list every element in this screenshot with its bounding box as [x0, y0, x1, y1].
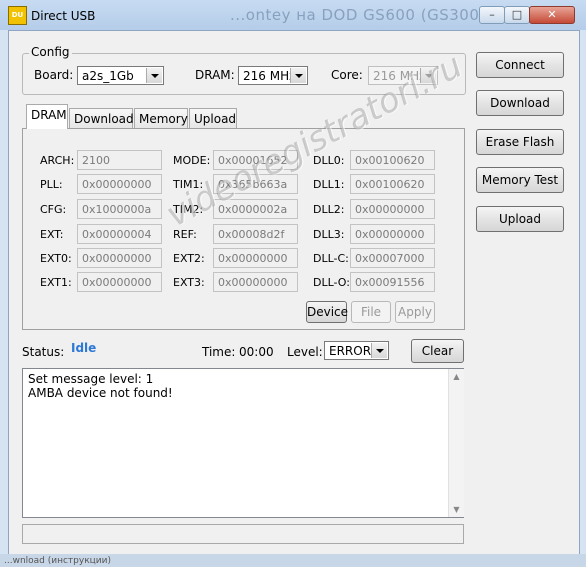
clear-button[interactable]: Clear [411, 339, 464, 363]
reg-label: DLL0: [313, 154, 345, 167]
scroll-up-icon[interactable]: ▲ [449, 369, 464, 384]
reg-label: TIM2: [173, 203, 204, 216]
log-line: AMBA device not found! [28, 386, 173, 400]
level-select[interactable]: ERROR [324, 341, 389, 360]
maximize-button[interactable]: □ [504, 6, 530, 24]
board-value: a2s_1Gb [82, 69, 134, 83]
board-label: Board: [34, 68, 74, 82]
tab-upload[interactable]: Upload [189, 108, 237, 128]
chevron-down-icon[interactable] [371, 343, 387, 358]
status-label: Status: [22, 345, 65, 359]
clear-button-label: Clear [421, 344, 454, 358]
device-button-label: Device [307, 305, 349, 319]
reg-field: 0x00100620 [350, 174, 435, 194]
tab-memory[interactable]: Memory [134, 108, 188, 128]
tab-download-label: Download [74, 112, 134, 126]
core-value: 216 MHz [373, 69, 426, 83]
erase-flash-button-label: Erase Flash [485, 135, 555, 149]
reg-field: 0x00100620 [350, 150, 435, 170]
reg-field: 0x00000000 [77, 174, 162, 194]
reg-field: 0x00000000 [350, 224, 435, 244]
log-line: Set message level: 1 [28, 372, 154, 386]
background-window-text: ...wnload (инструкции) [4, 556, 111, 566]
config-legend: Config [29, 45, 72, 59]
reg-label: MODE: [173, 154, 211, 167]
core-select: 216 MHz [368, 66, 438, 85]
reg-label: EXT: [40, 228, 64, 241]
reg-field: 0x365b663a [213, 174, 298, 194]
core-label: Core: [331, 68, 363, 82]
app-icon: DU [8, 6, 27, 25]
tab-dram[interactable]: DRAM [26, 104, 68, 129]
connect-button-label: Connect [495, 58, 545, 72]
reg-field: 2100 [77, 150, 162, 170]
download-button-label: Download [490, 96, 550, 110]
memory-test-button-label: Memory Test [481, 173, 559, 187]
device-button[interactable]: Device [306, 301, 349, 323]
board-select[interactable]: a2s_1Gb [77, 66, 164, 85]
reg-label: DLL1: [313, 178, 345, 191]
reg-label: DLL-O: [313, 276, 350, 289]
message-log[interactable]: Set message level: 1 AMBA device not fou… [22, 368, 464, 518]
apply-button-label: Apply [398, 305, 432, 319]
reg-field: 0x00000000 [77, 272, 162, 292]
level-label: Level: [287, 345, 323, 359]
reg-label: TIM1: [173, 178, 204, 191]
minimize-button[interactable]: – [479, 6, 505, 24]
reg-field: 0x0000002a [213, 199, 298, 219]
apply-button: Apply [395, 301, 435, 323]
status-idle-indicator: Idle [71, 341, 97, 355]
reg-label: CFG: [40, 203, 67, 216]
level-value: ERROR [329, 344, 372, 358]
upload-button[interactable]: Upload [476, 206, 564, 232]
reg-field: 0x00091556 [350, 272, 435, 292]
connect-button[interactable]: Connect [476, 52, 564, 78]
reg-field: 0x1000000a [77, 199, 162, 219]
reg-field: 0x00007000 [350, 248, 435, 268]
tab-memory-label: Memory [139, 112, 188, 126]
file-button-label: File [360, 305, 382, 319]
reg-label: REF: [173, 228, 197, 241]
reg-label: DLL-C: [313, 252, 349, 265]
reg-field: 0x00001652 [213, 150, 298, 170]
close-button[interactable]: ✕ [529, 6, 575, 24]
window-title: Direct USB [31, 9, 96, 23]
reg-label: EXT2: [173, 252, 205, 265]
dram-label: DRAM: [195, 68, 235, 82]
time-label: Time: [202, 345, 236, 359]
reg-field: 0x00000000 [213, 248, 298, 268]
chevron-down-icon [420, 68, 436, 83]
chevron-down-icon[interactable] [290, 68, 306, 83]
reg-label: EXT3: [173, 276, 205, 289]
tab-dram-label: DRAM [31, 108, 67, 122]
status-bar [22, 524, 464, 544]
reg-field: 0x00000000 [350, 199, 435, 219]
reg-label: PLL: [40, 178, 63, 191]
tab-upload-label: Upload [194, 112, 237, 126]
tab-download[interactable]: Download [69, 108, 134, 128]
download-button[interactable]: Download [476, 90, 564, 116]
reg-label: EXT1: [40, 276, 72, 289]
reg-field: 0x00000000 [77, 248, 162, 268]
reg-label: DLL3: [313, 228, 345, 241]
reg-field: 0x00000004 [77, 224, 162, 244]
scroll-down-icon[interactable]: ▼ [449, 502, 464, 517]
reg-label: DLL2: [313, 203, 345, 216]
memory-test-button[interactable]: Memory Test [476, 167, 564, 193]
chevron-down-icon[interactable] [146, 68, 162, 83]
reg-label: ARCH: [40, 154, 75, 167]
erase-flash-button[interactable]: Erase Flash [476, 129, 564, 155]
upload-button-label: Upload [498, 212, 542, 226]
reg-field: 0x00000000 [213, 272, 298, 292]
reg-label: EXT0: [40, 252, 72, 265]
log-scrollbar[interactable]: ▲ ▼ [448, 369, 464, 517]
dram-select[interactable]: 216 MHz [238, 66, 308, 85]
reg-field: 0x00008d2f [213, 224, 298, 244]
file-button: File [351, 301, 391, 323]
time-value: 00:00 [239, 345, 274, 359]
dram-value: 216 MHz [243, 69, 296, 83]
